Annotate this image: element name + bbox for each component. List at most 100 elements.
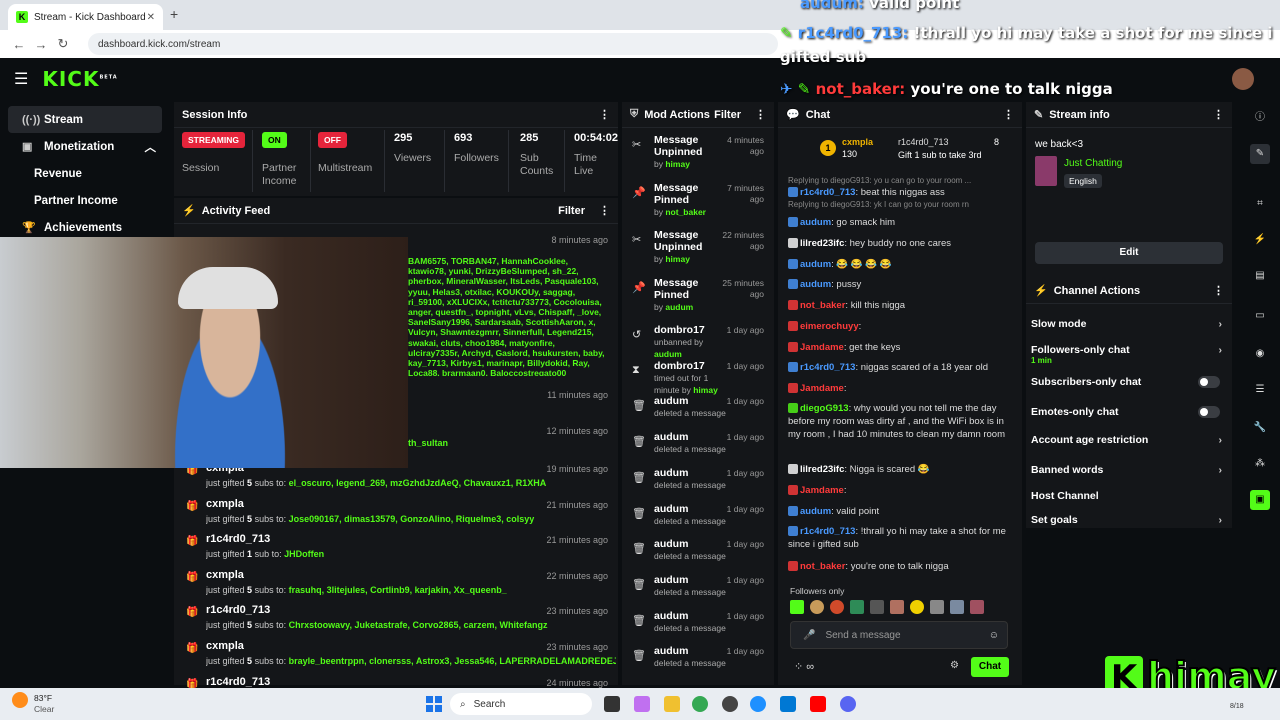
lightning-icon[interactable]: ⚡ — [1250, 230, 1270, 250]
browser-tab[interactable]: K Stream - Kick Dashboard ✕ — [8, 4, 163, 30]
emote-icon[interactable] — [830, 600, 844, 614]
chat-message-input[interactable]: 🎤 Send a message ☺ — [790, 621, 1008, 649]
back-icon[interactable]: ← — [8, 37, 30, 52]
windows-start-icon[interactable] — [426, 696, 442, 712]
chat-username[interactable]: Jamdame — [800, 342, 844, 353]
more-options-icon[interactable]: ⋮ — [1213, 284, 1224, 297]
more-options-icon[interactable]: ⋮ — [1213, 108, 1224, 121]
emote-icon[interactable] — [890, 600, 904, 614]
mod-action-user[interactable]: himay — [665, 159, 690, 169]
mic-icon[interactable]: 🎤 — [803, 630, 815, 641]
edit-button[interactable]: Edit — [1035, 242, 1223, 264]
chat-username[interactable]: r1c4rd0_713 — [800, 187, 855, 198]
infinity-icon[interactable]: ⁘ ∞ — [794, 660, 814, 673]
chrome-icon[interactable] — [692, 696, 708, 712]
chat-username[interactable]: not_baker — [800, 561, 845, 572]
document-icon[interactable]: ▤ — [1250, 266, 1270, 286]
emote-icon[interactable] — [970, 600, 984, 614]
mod-action-user[interactable]: not_baker — [665, 207, 706, 217]
channel-action-subscribers-only-chat[interactable]: Subscribers-only chat — [1031, 376, 1226, 388]
chat-username[interactable]: r1c4rd0_713 — [800, 526, 855, 537]
emote-icon[interactable] — [850, 600, 864, 614]
file-explorer-icon[interactable] — [664, 696, 680, 712]
activity-user[interactable]: r1c4rd0_713 — [206, 533, 270, 545]
emote-icon[interactable] — [810, 600, 824, 614]
edge-icon[interactable] — [750, 696, 766, 712]
toggle-switch[interactable] — [1198, 376, 1220, 388]
task-view-icon[interactable] — [604, 696, 620, 712]
filter-button[interactable]: Filter — [714, 109, 741, 121]
store-icon[interactable] — [780, 696, 796, 712]
nodes-icon[interactable]: ⁂ — [1250, 454, 1270, 474]
emote-icon[interactable] — [950, 600, 964, 614]
chat-username[interactable]: Jamdame — [800, 383, 844, 394]
sidebar-item-stream[interactable]: ((·)) Stream — [8, 106, 162, 133]
chat-username[interactable]: audum — [800, 259, 831, 270]
chat-username[interactable]: lilred23ifc — [800, 238, 844, 249]
sidebar-item-monetization[interactable]: ▣ Monetization ︿ — [8, 133, 162, 160]
category-link[interactable]: Just Chatting — [1064, 158, 1122, 169]
chat-username[interactable]: audum — [800, 506, 831, 517]
chat-username[interactable]: not_baker — [800, 300, 845, 311]
sidebar-item-partner-income[interactable]: Partner Income — [8, 187, 162, 214]
weather-icon[interactable] — [12, 692, 28, 708]
emoji-icon[interactable]: ☺ — [989, 630, 999, 641]
mod-action-user[interactable]: himay — [665, 254, 690, 264]
activity-user[interactable]: r1c4rd0_713 — [206, 676, 270, 688]
activity-user[interactable]: cxmpla — [206, 640, 244, 652]
channel-action-set-goals[interactable]: Set goals › — [1031, 514, 1226, 526]
pinned-message[interactable]: 1 cxmpla 130 r1c4rd0_713 8 Gift 1 sub to… — [798, 134, 1008, 168]
channel-action-account-age-restriction[interactable]: Account age restriction › — [1031, 434, 1226, 446]
url-field[interactable]: dashboard.kick.com/stream — [88, 33, 778, 55]
obs-icon[interactable] — [722, 696, 738, 712]
channel-action-slow-mode[interactable]: Slow mode › — [1031, 318, 1226, 330]
chat-username[interactable]: audum — [800, 217, 831, 228]
activity-user[interactable]: cxmpla — [206, 569, 244, 581]
more-options-icon[interactable]: ⋮ — [755, 108, 766, 121]
activity-user[interactable]: r1c4rd0_713 — [206, 604, 270, 616]
hamburger-menu-icon[interactable]: ☰ — [14, 69, 28, 89]
kick-logo[interactable]: KICKBETA — [42, 67, 117, 91]
activity-user[interactable]: cxmpla — [206, 498, 244, 510]
chat-username[interactable]: lilred23ifc — [800, 464, 844, 475]
close-tab-icon[interactable]: ✕ — [147, 12, 155, 23]
more-options-icon[interactable]: ⋮ — [599, 108, 610, 121]
channel-action-banned-words[interactable]: Banned words › — [1031, 464, 1226, 476]
crop-icon[interactable]: ⌗ — [1250, 194, 1270, 214]
emote-icon[interactable] — [910, 600, 924, 614]
user-avatar[interactable] — [1232, 68, 1254, 90]
sidebar-item-revenue[interactable]: Revenue — [8, 160, 162, 187]
chat-send-button[interactable]: Chat — [971, 657, 1009, 677]
broadcast-icon[interactable]: ◉ — [1250, 344, 1270, 364]
forward-icon[interactable]: → — [30, 37, 52, 52]
reload-icon[interactable]: ↻ — [52, 36, 74, 52]
emote-icon[interactable] — [790, 600, 804, 614]
mod-action-user[interactable]: audum — [665, 302, 693, 312]
channel-action-followers-only-chat[interactable]: Followers-only chat 1 min › — [1031, 344, 1226, 365]
discord-icon[interactable] — [840, 696, 856, 712]
wrench-icon[interactable]: 🔧 — [1250, 418, 1270, 438]
toggle-switch[interactable] — [1198, 406, 1220, 418]
chat-username[interactable]: eimerochuyy — [800, 321, 859, 332]
emote-icon[interactable] — [930, 600, 944, 614]
chat-icon[interactable]: ▭ — [1250, 306, 1270, 326]
filter-button[interactable]: Filter — [558, 205, 585, 217]
chat-username[interactable]: diegoG913 — [800, 403, 849, 414]
new-tab-icon[interactable]: + — [170, 6, 178, 22]
emote-icon[interactable] — [870, 600, 884, 614]
chat-username[interactable]: Jamdame — [800, 485, 844, 496]
channel-action-emotes-only-chat[interactable]: Emotes-only chat — [1031, 406, 1226, 418]
green-app-icon[interactable]: ▣ — [1250, 490, 1270, 510]
channel-action-host-channel[interactable]: Host Channel — [1031, 490, 1226, 502]
more-options-icon[interactable]: ⋮ — [1003, 108, 1014, 121]
youtube-icon[interactable] — [810, 696, 826, 712]
chat-username[interactable]: audum — [800, 279, 831, 290]
taskbar-search[interactable]: ⌕ Search — [450, 693, 592, 715]
settings-gear-icon[interactable]: ⚙ — [950, 660, 959, 671]
info-icon[interactable]: ⓘ — [1250, 108, 1270, 128]
copilot-icon[interactable] — [634, 696, 650, 712]
chat-username[interactable]: r1c4rd0_713 — [800, 362, 855, 373]
more-options-icon[interactable]: ⋮ — [599, 204, 610, 217]
edit-icon[interactable]: ✎ — [1250, 144, 1270, 164]
layout-icon[interactable]: ☰ — [1250, 380, 1270, 400]
